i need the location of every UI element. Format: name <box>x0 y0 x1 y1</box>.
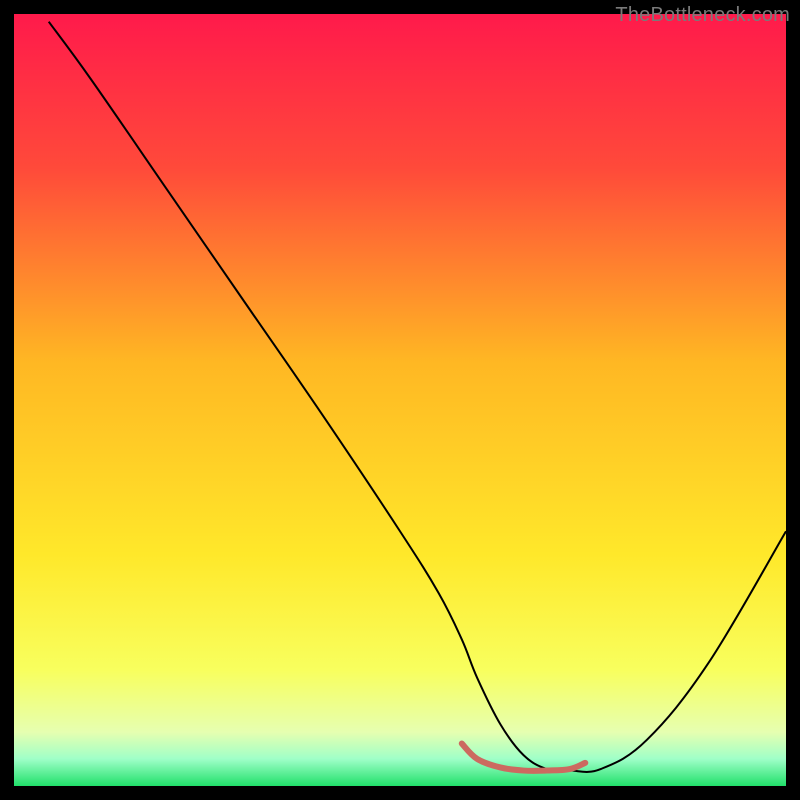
bottleneck-chart <box>14 14 786 786</box>
gradient-backdrop <box>14 14 786 786</box>
watermark-text: TheBottleneck.com <box>615 4 790 27</box>
